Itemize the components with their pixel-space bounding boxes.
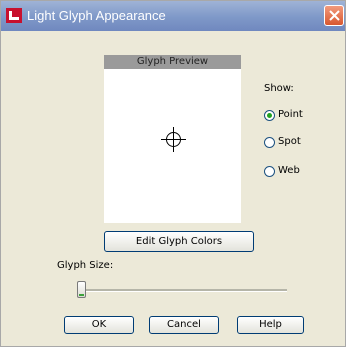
glyph-preview-header: Glyph Preview: [104, 55, 241, 69]
close-icon: [329, 10, 340, 21]
glyph-size-slider-thumb[interactable]: [77, 281, 86, 298]
radio-label-spot: Spot: [278, 136, 301, 147]
ok-button[interactable]: OK: [64, 316, 134, 334]
glyph-size-slider-track[interactable]: [81, 289, 287, 292]
cancel-button[interactable]: Cancel: [149, 316, 219, 334]
help-button[interactable]: Help: [237, 316, 304, 334]
edit-glyph-colors-button[interactable]: Edit Glyph Colors: [104, 231, 254, 252]
crosshair-icon: [161, 127, 186, 152]
app-icon: [6, 8, 22, 23]
radio-selected-dot: [267, 113, 272, 118]
window-title: Light Glyph Appearance: [27, 8, 166, 23]
radio-button[interactable]: [264, 110, 275, 121]
radio-button[interactable]: [264, 166, 275, 177]
radio-label-web: Web: [278, 165, 300, 176]
radio-label-point: Point: [278, 109, 303, 120]
close-button[interactable]: [324, 5, 344, 26]
title-bar[interactable]: Light Glyph Appearance: [1, 1, 345, 31]
show-label: Show:: [264, 83, 294, 94]
glyph-size-label: Glyph Size:: [57, 260, 114, 271]
light-glyph-appearance-dialog: Light Glyph Appearance Glyph Preview Sho…: [0, 0, 346, 347]
glyph-preview-area: [104, 69, 241, 223]
radio-button[interactable]: [264, 137, 275, 148]
